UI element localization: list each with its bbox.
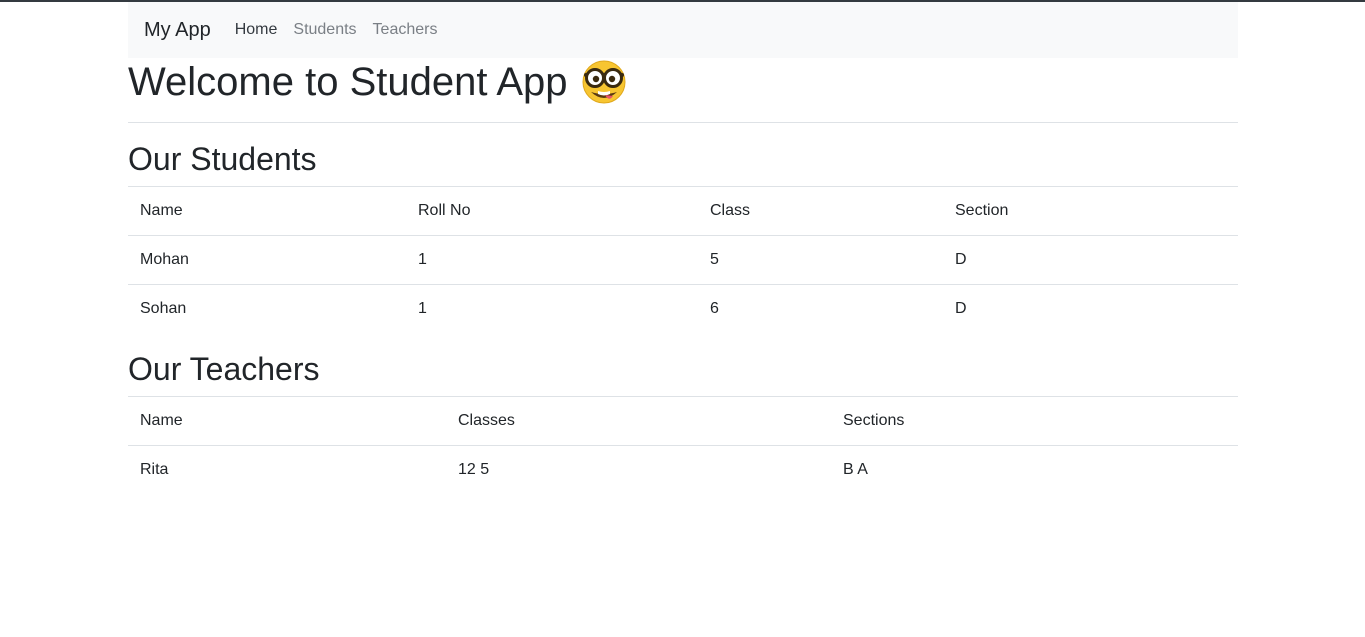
nav-link-students[interactable]: Students [293, 21, 356, 39]
students-heading: Our Students [128, 141, 317, 177]
nerd-face-icon [580, 60, 628, 104]
cell-roll-no: 1 [406, 284, 698, 333]
table-row: Sohan 1 6 D [128, 284, 1238, 333]
cell-name: Sohan [128, 284, 406, 333]
column-header-section: Section [943, 186, 1238, 236]
cell-section: D [943, 235, 1238, 285]
column-header-class: Class [698, 186, 943, 236]
main-container: My App Home Students Teachers Welcome to… [128, 2, 1238, 494]
teachers-table: Name Classes Sections Rita 12 5 B A [128, 396, 1238, 494]
nav-link-home[interactable]: Home [235, 21, 278, 39]
column-header-classes: Classes [446, 396, 831, 446]
cell-roll-no: 1 [406, 235, 698, 285]
nav-link-teachers[interactable]: Teachers [373, 21, 438, 39]
cell-classes: 12 5 [446, 445, 831, 494]
column-header-roll-no: Roll No [406, 186, 698, 236]
column-header-name: Name [128, 186, 406, 236]
cell-name: Rita [128, 445, 446, 494]
cell-name: Mohan [128, 235, 406, 285]
column-header-name: Name [128, 396, 446, 446]
table-row: Mohan 1 5 D [128, 235, 1238, 285]
divider [128, 122, 1238, 123]
table-header-row: Name Roll No Class Section [128, 186, 1238, 236]
page-title: Welcome to Student App [128, 58, 1238, 106]
column-header-sections: Sections [831, 396, 1238, 446]
cell-section: D [943, 284, 1238, 333]
brand-link[interactable]: My App [144, 19, 211, 42]
students-table: Name Roll No Class Section Mohan 1 5 D S… [128, 186, 1238, 333]
teachers-heading: Our Teachers [128, 351, 320, 387]
cell-class: 6 [698, 284, 943, 333]
table-header-row: Name Classes Sections [128, 396, 1238, 446]
navbar: My App Home Students Teachers [128, 2, 1238, 58]
cell-class: 5 [698, 235, 943, 285]
table-row: Rita 12 5 B A [128, 445, 1238, 494]
page-title-text: Welcome to Student App [128, 60, 568, 104]
cell-sections: B A [831, 445, 1238, 494]
